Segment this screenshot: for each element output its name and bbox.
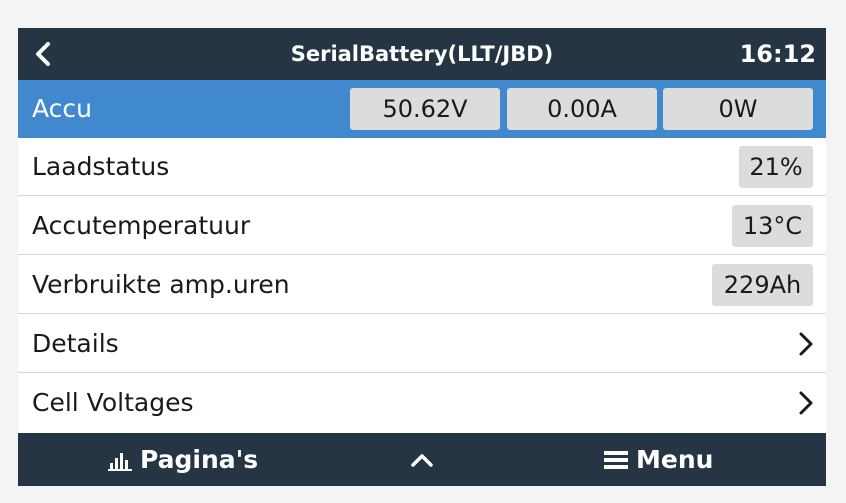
row-label: Details bbox=[32, 329, 119, 358]
chevron-up-icon bbox=[411, 453, 433, 467]
bar-chart-icon bbox=[108, 452, 132, 471]
pages-label: Pagina's bbox=[140, 445, 259, 474]
temperature-value: 13°C bbox=[732, 205, 813, 247]
page-title: SerialBattery(LLT/JBD) bbox=[290, 42, 554, 66]
menu-button[interactable]: Menu bbox=[604, 433, 713, 486]
consumed-ah-value: 229Ah bbox=[712, 264, 813, 306]
row-label: Laadstatus bbox=[32, 152, 170, 181]
hamburger-menu-icon bbox=[604, 450, 628, 469]
list-item-verbruikte-amp-uren[interactable]: Verbruikte amp.uren 229Ah bbox=[18, 256, 826, 314]
voltage-value: 50.62V bbox=[350, 88, 500, 130]
bottom-bar: Pagina's Menu bbox=[18, 433, 826, 486]
pages-button[interactable]: Pagina's bbox=[108, 433, 258, 486]
menu-label: Menu bbox=[636, 445, 714, 474]
list-item-laadstatus[interactable]: Laadstatus 21% bbox=[18, 138, 826, 196]
list-item-accu[interactable]: Accu 50.62V 0.00A 0W bbox=[18, 80, 826, 138]
chevron-right-icon bbox=[799, 391, 813, 415]
chevron-right-icon bbox=[799, 332, 813, 356]
current-value: 0.00A bbox=[507, 88, 657, 130]
list-item-details[interactable]: Details bbox=[18, 315, 826, 373]
row-label: Cell Voltages bbox=[32, 388, 194, 417]
row-label: Accutemperatuur bbox=[32, 211, 251, 240]
row-label: Accu bbox=[32, 94, 92, 123]
power-value: 0W bbox=[663, 88, 813, 130]
device-screen: SerialBattery(LLT/JBD) 16:12 Accu 50.62V… bbox=[18, 28, 826, 486]
state-of-charge-value: 21% bbox=[739, 146, 813, 188]
row-label: Verbruikte amp.uren bbox=[32, 270, 290, 299]
list-item-cell-voltages[interactable]: Cell Voltages bbox=[18, 374, 826, 432]
title-bar: SerialBattery(LLT/JBD) 16:12 bbox=[18, 28, 826, 80]
clock: 16:12 bbox=[739, 40, 816, 68]
scroll-up-button[interactable] bbox=[410, 433, 442, 486]
list-item-accutemperatuur[interactable]: Accutemperatuur 13°C bbox=[18, 197, 826, 255]
